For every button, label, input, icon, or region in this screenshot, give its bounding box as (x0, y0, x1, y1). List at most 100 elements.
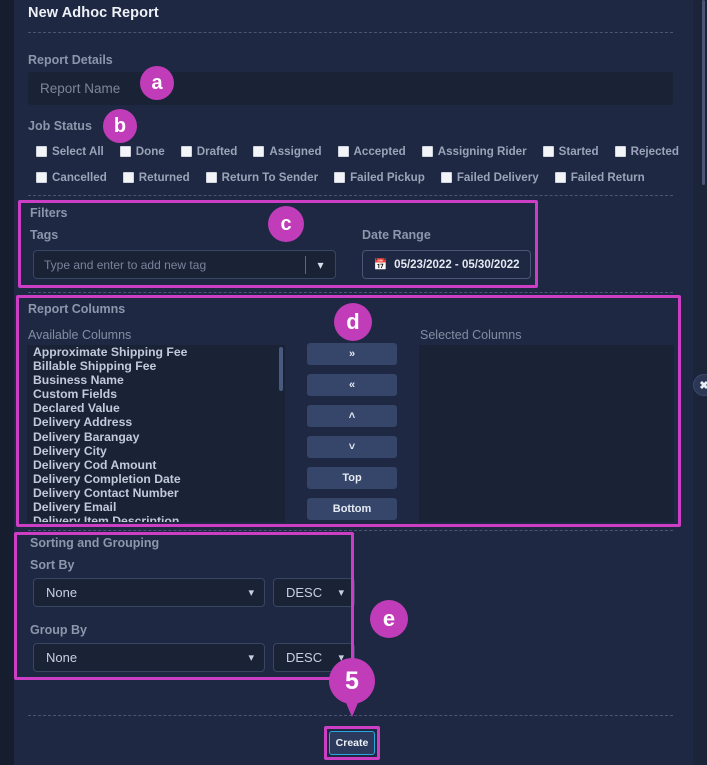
create-button[interactable]: Create (329, 731, 375, 755)
annotation-marker-b: b (103, 109, 137, 143)
calendar-icon: 📅 (373, 259, 388, 271)
available-columns-label: Available Columns (28, 328, 132, 342)
divider-filters (28, 195, 673, 196)
checkbox-icon[interactable] (36, 172, 47, 183)
annotation-marker-a: a (140, 66, 174, 100)
job-status-row-2: Cancelled Returned Return To Sender Failed … (36, 171, 661, 184)
annotation-marker-d: d (334, 303, 372, 341)
checkbox-label: Return To Sender (221, 171, 319, 184)
job-status-checkbox-failed-return[interactable]: Failed Return (554, 171, 645, 184)
job-status-checkbox-started[interactable]: Started (542, 145, 599, 158)
move-right-button[interactable]: » (307, 343, 397, 365)
move-left-button[interactable]: « (307, 374, 397, 396)
move-down-button[interactable]: ˅ (307, 436, 397, 458)
checkbox-label: Started (558, 145, 599, 158)
list-item[interactable]: Billable Shipping Fee (27, 359, 285, 373)
list-item[interactable]: Delivery City (27, 444, 285, 458)
group-by-label: Group By (30, 623, 87, 637)
checkbox-label: Done (135, 145, 165, 158)
group-by-select[interactable]: None ▾ (33, 643, 265, 672)
checkbox-icon[interactable] (554, 172, 566, 183)
sort-direction-value: DESC (286, 585, 323, 600)
divider-top (28, 32, 673, 33)
checkbox-icon[interactable] (122, 172, 134, 183)
job-status-checkbox-failed-pickup[interactable]: Failed Pickup (334, 171, 425, 184)
job-status-checkbox-returned[interactable]: Returned (122, 171, 190, 184)
list-item[interactable]: Delivery Item Description (27, 514, 285, 522)
checkbox-icon[interactable] (180, 146, 192, 157)
chevron-down-icon: ▾ (248, 652, 254, 664)
job-status-checkbox-done[interactable]: Done (119, 145, 165, 158)
annotation-marker-5: 5 (329, 658, 375, 718)
checkbox-label: Select All (52, 145, 104, 158)
checkbox-label: Rejected (630, 145, 679, 158)
job-status-checkbox-rejected[interactable]: Rejected (614, 145, 679, 158)
available-columns-scrollbar[interactable] (279, 347, 283, 391)
move-top-button[interactable]: Top (307, 467, 397, 489)
list-item[interactable]: Delivery Contact Number (27, 486, 285, 500)
selected-columns-list[interactable] (419, 345, 674, 522)
group-by-value: None (46, 650, 78, 665)
job-status-checkbox-drafted[interactable]: Drafted (180, 145, 238, 158)
chevron-down-icon: ▾ (248, 587, 254, 599)
list-item[interactable]: Business Name (27, 373, 285, 387)
checkbox-icon[interactable] (334, 172, 346, 183)
checkbox-icon[interactable] (421, 146, 433, 157)
job-status-checkbox-return-to-sender[interactable]: Return To Sender (205, 171, 319, 184)
group-direction-value: DESC (286, 650, 323, 665)
checkbox-label: Returned (138, 171, 190, 184)
column-transfer-buttons: » « ˄ ˅ Top Bottom (307, 343, 397, 529)
list-item[interactable]: Custom Fields (27, 387, 285, 401)
checkbox-label: Failed Return (570, 171, 645, 184)
list-item[interactable]: Delivery Email (27, 500, 285, 514)
sort-direction-select[interactable]: DESC ▾ (273, 578, 355, 607)
job-status-checkbox-accepted[interactable]: Accepted (337, 145, 406, 158)
tags-input[interactable]: Type and enter to add new tag ▾ (33, 250, 336, 279)
checkbox-icon[interactable] (337, 146, 349, 157)
page-scrollbar[interactable] (702, 0, 705, 185)
job-status-row-1: Select All Done Drafted Assigned Accepted Ass… (36, 145, 695, 158)
job-status-label: Job Status (28, 119, 92, 133)
job-status-checkbox-failed-delivery[interactable]: Failed Delivery (440, 171, 539, 184)
job-status-checkbox-select-all[interactable]: Select All (36, 145, 104, 158)
list-item[interactable]: Delivery Barangay (27, 430, 285, 444)
checkbox-icon[interactable] (36, 146, 47, 157)
page-title: New Adhoc Report (28, 5, 159, 21)
checkbox-icon[interactable] (614, 146, 626, 157)
list-item[interactable]: Approximate Shipping Fee (27, 345, 285, 359)
list-item[interactable]: Delivery Address (27, 415, 285, 429)
checkbox-label: Assigning Rider (437, 145, 527, 158)
date-range-picker[interactable]: 📅 05/23/2022 - 05/30/2022 (362, 250, 531, 279)
selected-columns-label: Selected Columns (420, 328, 522, 342)
sorting-grouping-label: Sorting and Grouping (30, 536, 160, 550)
report-columns-label: Report Columns (28, 302, 126, 316)
checkbox-icon[interactable] (205, 172, 217, 183)
list-item[interactable]: Declared Value (27, 401, 285, 415)
date-range-label: Date Range (362, 228, 431, 242)
checkbox-icon[interactable] (440, 172, 452, 183)
chevron-down-icon: ▾ (338, 587, 344, 599)
checkbox-icon[interactable] (542, 146, 554, 157)
tags-placeholder: Type and enter to add new tag (44, 257, 207, 272)
report-details-label: Report Details (28, 53, 113, 67)
checkbox-icon[interactable] (253, 146, 265, 157)
sort-by-select[interactable]: None ▾ (33, 578, 265, 607)
chevron-down-icon[interactable]: ▾ (306, 258, 335, 272)
tags-label: Tags (30, 228, 59, 242)
checkbox-icon[interactable] (119, 146, 131, 157)
list-item[interactable]: Delivery Cod Amount (27, 458, 285, 472)
job-status-checkbox-assigning-rider[interactable]: Assigning Rider (421, 145, 527, 158)
move-up-button[interactable]: ˄ (307, 405, 397, 427)
available-columns-list[interactable]: Approximate Shipping Fee Billable Shippin… (27, 345, 285, 522)
checkbox-label: Failed Pickup (350, 171, 425, 184)
checkbox-label: Drafted (196, 145, 238, 158)
move-bottom-button[interactable]: Bottom (307, 498, 397, 520)
report-name-input[interactable] (28, 72, 673, 105)
filters-label: Filters (30, 206, 68, 220)
checkbox-label: Cancelled (52, 171, 107, 184)
job-status-checkbox-assigned[interactable]: Assigned (253, 145, 322, 158)
list-item[interactable]: Delivery Completion Date (27, 472, 285, 486)
divider-sorting (28, 530, 673, 531)
job-status-checkbox-cancelled[interactable]: Cancelled (36, 171, 107, 184)
sort-by-value: None (46, 585, 78, 600)
